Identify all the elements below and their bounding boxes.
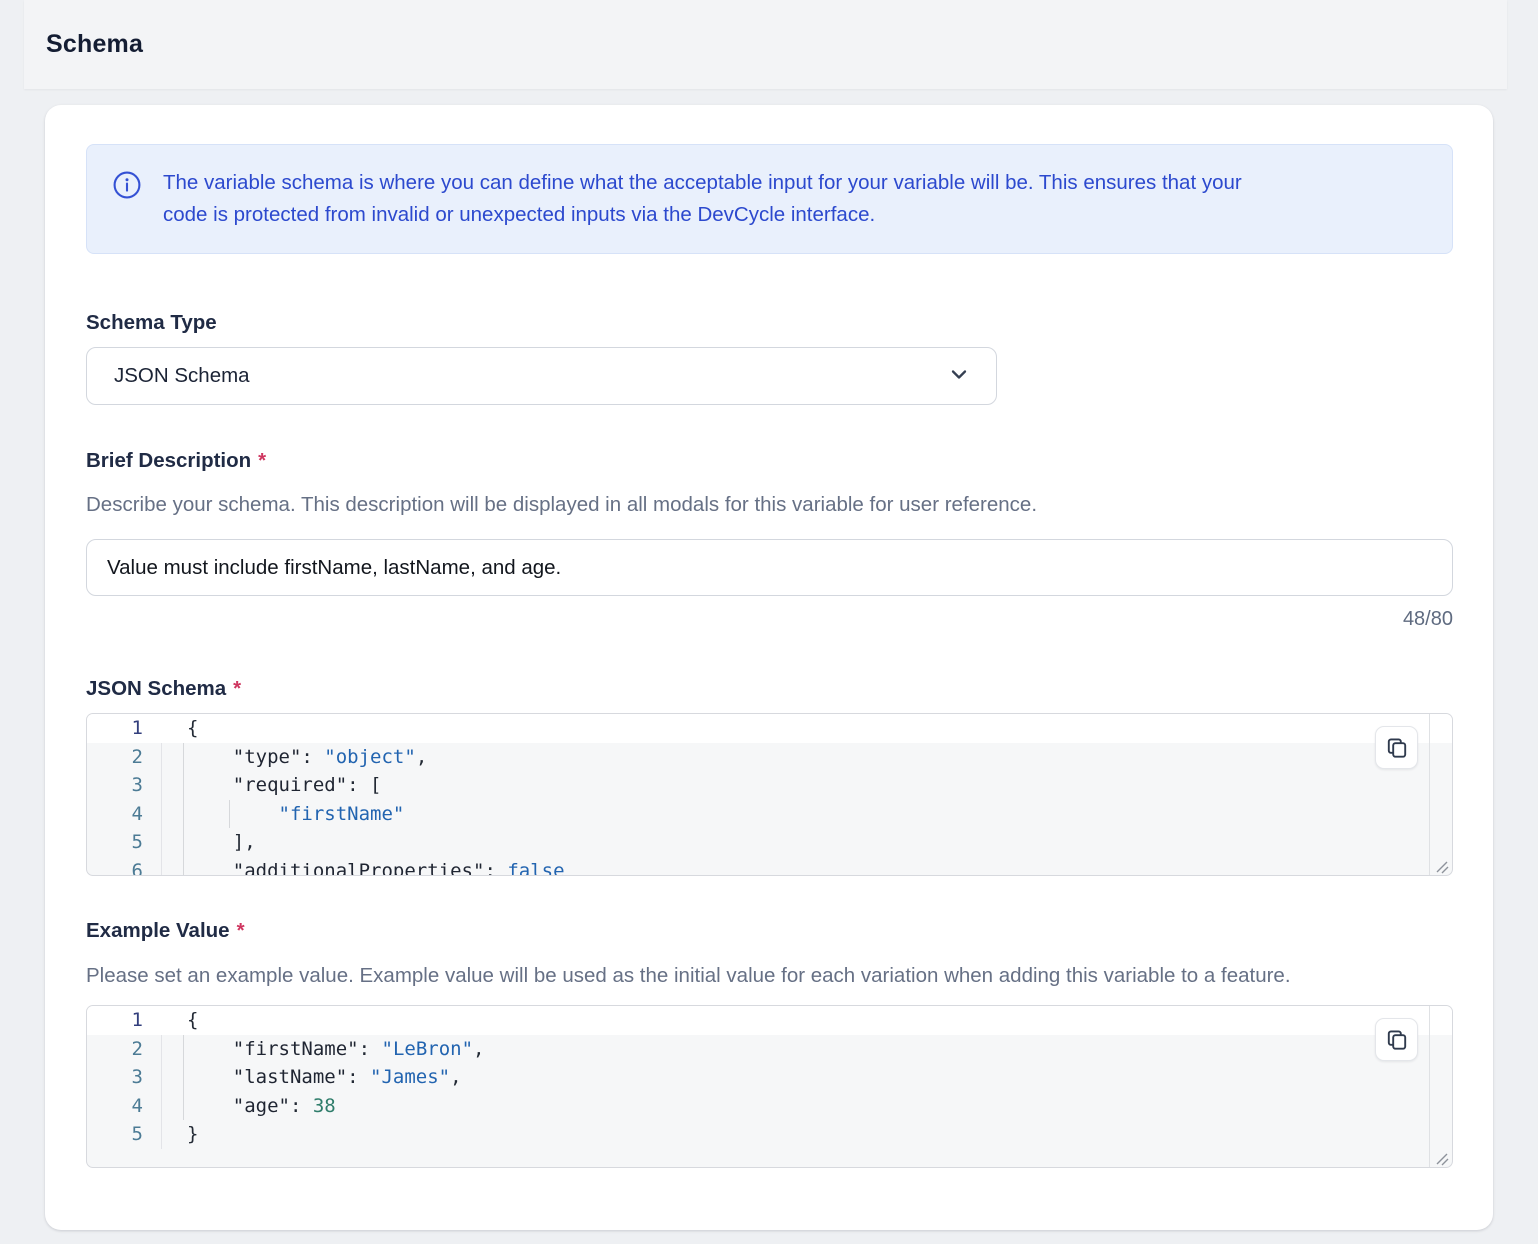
resize-handle[interactable] — [1434, 1149, 1449, 1164]
line-number: 5 — [87, 1120, 162, 1149]
schema-type-selected-value: JSON Schema — [114, 364, 250, 388]
code-text: } — [162, 1120, 1452, 1149]
line-number: 1 — [87, 714, 162, 743]
line-number: 2 — [87, 1035, 162, 1064]
code-line: 3 "required": [ — [87, 771, 1452, 800]
indent-guide-line — [229, 800, 230, 829]
code-text: "age": 38 — [162, 1092, 1452, 1121]
editor-lines: 1{2 "firstName": "LeBron",3 "lastName": … — [87, 1006, 1452, 1149]
line-number: 3 — [87, 771, 162, 800]
code-line: 2 "type": "object", — [87, 743, 1452, 772]
code-text: "additionalProperties": false — [162, 857, 1452, 877]
required-asterisk: * — [258, 449, 266, 473]
indent-guide-line — [183, 828, 184, 857]
copy-icon — [1385, 1028, 1409, 1052]
json-schema-label: JSON Schema * — [86, 677, 1453, 701]
example-value-label: Example Value * — [86, 919, 1453, 943]
chevron-down-icon — [947, 362, 971, 391]
resize-handle[interactable] — [1434, 857, 1449, 872]
code-line: 6 "additionalProperties": false — [87, 857, 1452, 877]
line-number: 5 — [87, 828, 162, 857]
code-line: 5} — [87, 1120, 1452, 1149]
code-text: "firstName": "LeBron", — [162, 1035, 1452, 1064]
schema-type-select[interactable]: JSON Schema — [86, 347, 997, 405]
line-number: 4 — [87, 800, 162, 829]
schema-card: The variable schema is where you can def… — [45, 105, 1493, 1230]
example-value-editor[interactable]: 1{2 "firstName": "LeBron",3 "lastName": … — [86, 1005, 1453, 1168]
indent-guide-line — [183, 771, 184, 800]
example-value-help-text: Please set an example value. Example val… — [86, 964, 1453, 988]
brief-description-input[interactable] — [86, 539, 1453, 596]
code-text: { — [162, 1006, 1452, 1035]
brief-description-label: Brief Description * — [86, 449, 1453, 473]
copy-icon — [1385, 736, 1409, 760]
info-icon — [113, 171, 141, 204]
schema-type-label: Schema Type — [86, 311, 1453, 335]
code-text: { — [162, 714, 1452, 743]
info-banner: The variable schema is where you can def… — [86, 144, 1453, 254]
code-line: 1{ — [87, 714, 1452, 743]
info-banner-text: The variable schema is where you can def… — [163, 167, 1242, 231]
code-line: 4 "age": 38 — [87, 1092, 1452, 1121]
code-line: 4 "firstName" — [87, 800, 1452, 829]
required-asterisk: * — [237, 919, 245, 943]
brief-description-help-text: Describe your schema. This description w… — [86, 493, 1453, 517]
char-count: 48/80 — [86, 608, 1453, 631]
line-number: 2 — [87, 743, 162, 772]
code-line: 1{ — [87, 1006, 1452, 1035]
info-banner-line: The variable schema is where you can def… — [163, 167, 1242, 199]
code-line: 2 "firstName": "LeBron", — [87, 1035, 1452, 1064]
indent-guide-line — [183, 800, 184, 829]
page-header: Schema — [24, 0, 1507, 89]
indent-guide-line — [183, 857, 184, 877]
code-line: 3 "lastName": "James", — [87, 1063, 1452, 1092]
editor-lines: 1{2 "type": "object",3 "required": [4 "f… — [87, 714, 1452, 876]
indent-guide-line — [183, 743, 184, 772]
code-text: "type": "object", — [162, 743, 1452, 772]
info-banner-line: code is protected from invalid or unexpe… — [163, 199, 1242, 231]
editor-scrollbar[interactable] — [1429, 1006, 1430, 1167]
line-number: 1 — [87, 1006, 162, 1035]
code-text: ], — [162, 828, 1452, 857]
required-asterisk: * — [233, 677, 241, 701]
code-text: "firstName" — [162, 800, 1452, 829]
json-schema-editor[interactable]: 1{2 "type": "object",3 "required": [4 "f… — [86, 713, 1453, 876]
copy-button[interactable] — [1375, 726, 1418, 769]
copy-button[interactable] — [1375, 1018, 1418, 1061]
line-number: 6 — [87, 857, 162, 877]
page-title: Schema — [46, 30, 143, 59]
editor-scrollbar[interactable] — [1429, 714, 1430, 875]
indent-guide-line — [183, 1035, 184, 1064]
line-number: 3 — [87, 1063, 162, 1092]
code-text: "lastName": "James", — [162, 1063, 1452, 1092]
indent-guide-line — [183, 1063, 184, 1092]
code-line: 5 ], — [87, 828, 1452, 857]
indent-guide-line — [183, 1092, 184, 1121]
line-number: 4 — [87, 1092, 162, 1121]
code-text: "required": [ — [162, 771, 1452, 800]
